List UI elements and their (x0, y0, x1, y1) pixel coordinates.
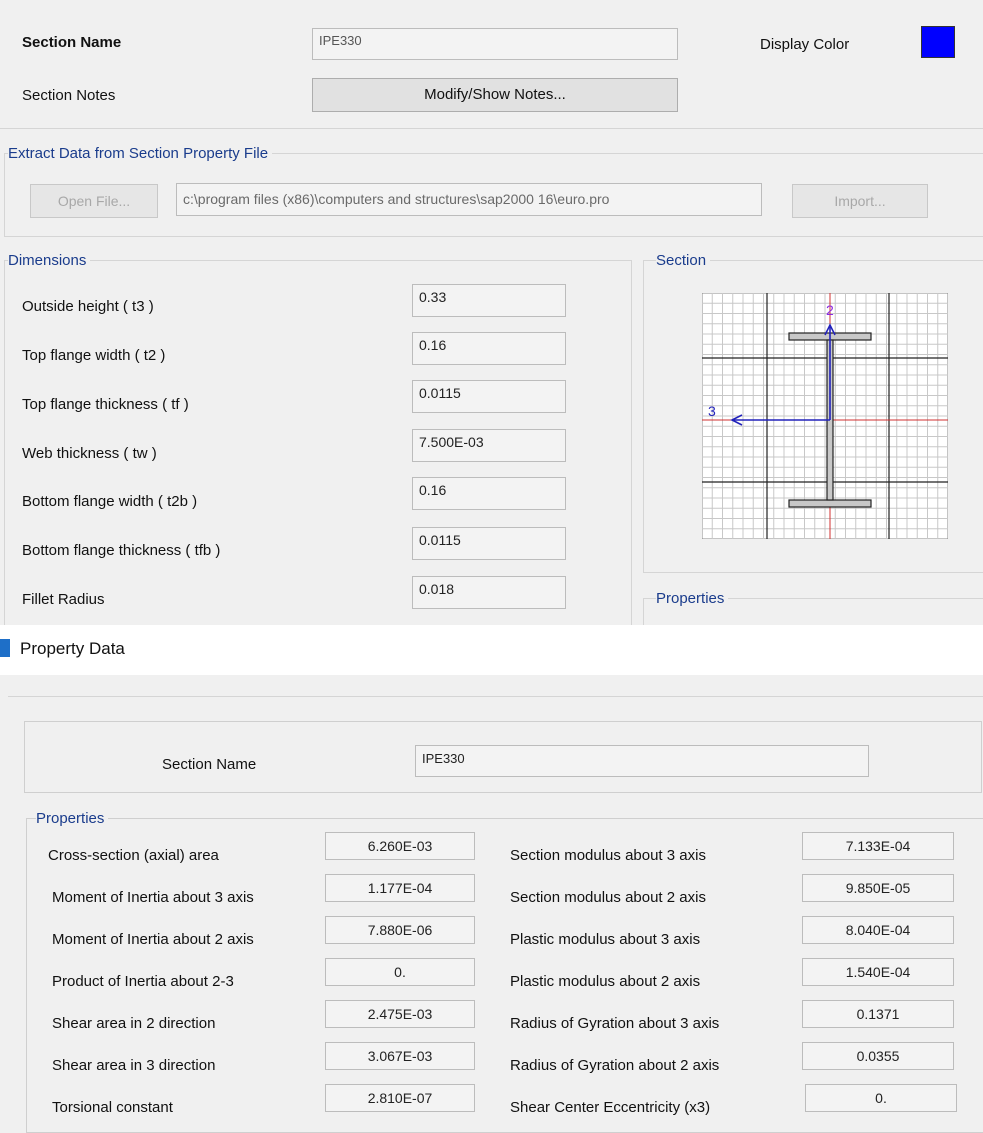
dimension-value-field[interactable]: 0.33 (412, 284, 566, 317)
dimension-value-field[interactable]: 0.0115 (412, 380, 566, 413)
property-label: Section modulus about 2 axis (510, 889, 706, 906)
display-color-swatch[interactable] (921, 26, 955, 58)
property-label: Product of Inertia about 2-3 (52, 973, 234, 990)
divider (8, 696, 983, 697)
dialog-section-name-field[interactable]: IPE330 (415, 745, 869, 777)
dialog-section-name-label: Section Name (162, 756, 257, 773)
dimension-label: Bottom flange width ( t2b ) (22, 493, 198, 510)
title-bar (0, 625, 983, 675)
dimension-value-field[interactable]: 0.16 (412, 477, 566, 510)
import-button[interactable]: Import... (792, 184, 928, 218)
dialog-properties-title: Properties (36, 810, 109, 827)
extract-data-title: Extract Data from Section Property File (8, 145, 273, 162)
section-preview-title: Section (656, 252, 711, 269)
property-value: 1.540E-04 (802, 958, 954, 986)
dimension-value-field[interactable]: 7.500E-03 (412, 429, 566, 462)
property-value: 0. (805, 1084, 957, 1112)
section-name-label: Section Name (22, 34, 122, 51)
dimension-label: Bottom flange thickness ( tfb ) (22, 542, 221, 559)
divider (0, 128, 983, 129)
axis-2-label: 2 (826, 302, 834, 318)
dimension-label: Web thickness ( tw ) (22, 445, 157, 462)
property-value: 2.810E-07 (325, 1084, 475, 1112)
property-value: 1.177E-04 (325, 874, 475, 902)
sap-icon (0, 639, 10, 657)
dimension-value-field[interactable]: 0.16 (412, 332, 566, 365)
property-label: Torsional constant (52, 1099, 173, 1116)
property-label: Radius of Gyration about 3 axis (510, 1015, 720, 1032)
property-label: Plastic modulus about 3 axis (510, 931, 701, 948)
property-value: 7.880E-06 (325, 916, 475, 944)
property-label: Shear area in 3 direction (52, 1057, 216, 1074)
window-title: Property Data (20, 639, 125, 658)
property-label: Moment of Inertia about 3 axis (52, 889, 254, 906)
display-color-label: Display Color (760, 36, 850, 53)
dimension-label: Top flange width ( t2 ) (22, 347, 166, 364)
property-label: Moment of Inertia about 2 axis (52, 931, 254, 948)
section-form-panel: Section Name IPE330 Display Color Sectio… (0, 0, 983, 640)
property-label: Shear Center Eccentricity (x3) (510, 1099, 711, 1116)
property-value: 8.040E-04 (802, 916, 954, 944)
open-file-button[interactable]: Open File... (30, 184, 158, 218)
property-value: 0. (325, 958, 475, 986)
dimension-label: Top flange thickness ( tf ) (22, 396, 189, 413)
properties-group-title: Properties (656, 590, 729, 607)
property-label: Section modulus about 3 axis (510, 847, 706, 864)
property-label: Plastic modulus about 2 axis (510, 973, 701, 990)
section-name-field[interactable]: IPE330 (312, 28, 678, 60)
property-value: 3.067E-03 (325, 1042, 475, 1070)
dimension-value-field[interactable]: 0.018 (412, 576, 566, 609)
property-label: Cross-section (axial) area (48, 847, 219, 864)
property-value: 2.475E-03 (325, 1000, 475, 1028)
dimensions-title: Dimensions (8, 252, 91, 269)
property-value: 0.1371 (802, 1000, 954, 1028)
property-value: 9.850E-05 (802, 874, 954, 902)
property-label: Shear area in 2 direction (52, 1015, 216, 1032)
property-value: 0.0355 (802, 1042, 954, 1070)
property-data-dialog: Property Data Section Name IPE330 Proper… (0, 625, 983, 1133)
property-value: 6.260E-03 (325, 832, 475, 860)
dimension-label: Fillet Radius (22, 591, 105, 608)
property-label: Radius of Gyration about 2 axis (510, 1057, 720, 1074)
dimension-value-field[interactable]: 0.0115 (412, 527, 566, 560)
file-path-field[interactable]: c:\program files (x86)\computers and str… (176, 183, 762, 216)
axis-3-label: 3 (708, 403, 716, 419)
section-notes-label: Section Notes (22, 87, 116, 104)
section-drawing: 2 3 (702, 293, 948, 539)
modify-notes-button[interactable]: Modify/Show Notes... (312, 78, 678, 112)
dimension-label: Outside height ( t3 ) (22, 298, 154, 315)
property-value: 7.133E-04 (802, 832, 954, 860)
